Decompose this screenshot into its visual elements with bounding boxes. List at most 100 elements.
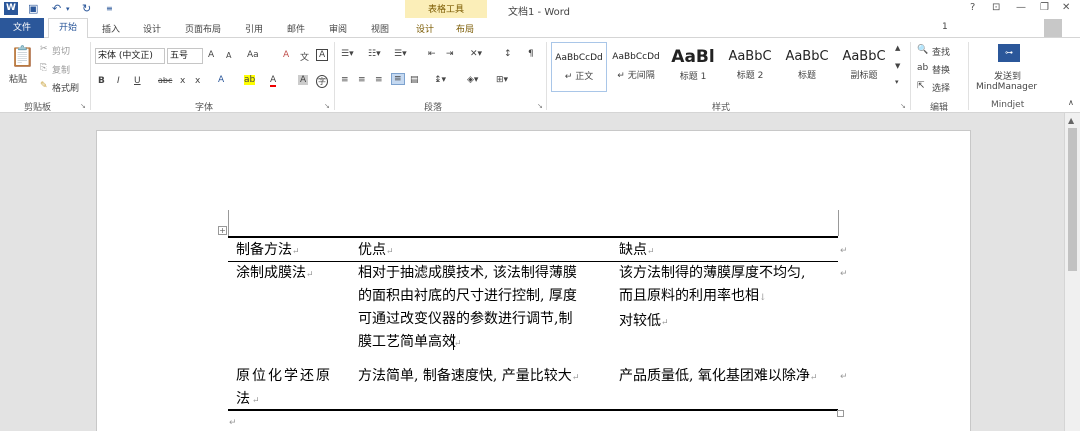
undo-icon[interactable]: ↶ xyxy=(52,2,61,16)
tab-table-layout[interactable]: 布局 xyxy=(456,22,474,35)
select-button[interactable]: 选择 xyxy=(932,81,950,94)
shading-icon[interactable]: ◈▾ xyxy=(467,75,478,85)
cell-advantages[interactable]: 相对于抽滤成膜技术, 该法制得薄膜 的面积由衬底的尺寸进行控制, 厚度 可通过改… xyxy=(358,262,577,356)
font-size-select[interactable]: 五号 xyxy=(167,48,203,64)
cell-disadvantages[interactable]: 该方法制得的薄膜厚度不均匀, 而且原料的利用率也相↓ 对较低↵ xyxy=(619,262,805,335)
grow-font-button[interactable]: A xyxy=(208,50,214,60)
tab-design[interactable]: 设计 xyxy=(143,22,161,35)
cell-advantages[interactable]: 方法简单, 制备速度快, 产量比较大↵ xyxy=(358,365,579,390)
user-name[interactable]: 1 xyxy=(942,22,948,32)
close-button[interactable]: ✕ xyxy=(1062,2,1070,13)
change-case-button[interactable]: Aa xyxy=(247,50,259,60)
tab-file[interactable]: 文件 xyxy=(0,18,44,38)
tab-mailings[interactable]: 邮件 xyxy=(287,22,305,35)
collapse-ribbon-icon[interactable]: ∧ xyxy=(1068,98,1074,107)
send-to-mindmanager-line2[interactable]: MindManager xyxy=(976,82,1037,92)
tab-home[interactable]: 开始 xyxy=(48,18,88,39)
char-border-button[interactable]: A xyxy=(316,49,329,61)
ribbon-display-button[interactable]: ⊡ xyxy=(992,2,1000,13)
restore-button[interactable]: ❐ xyxy=(1040,2,1049,13)
borders-icon[interactable]: ⊞▾ xyxy=(496,75,508,85)
tab-references[interactable]: 引用 xyxy=(245,22,263,35)
font-name-select[interactable]: 宋体 (中文正) xyxy=(95,48,165,64)
styles-scroll-up-icon[interactable]: ▲ xyxy=(895,44,900,52)
scroll-up-icon[interactable]: ▲ xyxy=(1068,116,1074,125)
align-center-icon[interactable]: ≡ xyxy=(358,75,366,85)
cut-icon[interactable]: ✂ xyxy=(40,44,48,54)
style-heading-2[interactable]: AaBbC 标题 2 xyxy=(722,42,778,92)
cell-disadvantages[interactable]: 产品质量低, 氧化基团难以除净↵ xyxy=(619,365,817,390)
table-move-handle[interactable]: + xyxy=(218,226,227,235)
scroll-thumb[interactable] xyxy=(1068,128,1077,271)
paste-button[interactable]: 粘贴 xyxy=(9,72,27,85)
format-painter-button[interactable]: 格式刷 xyxy=(52,81,79,94)
find-button[interactable]: 查找 xyxy=(932,45,950,58)
styles-scroll-down-icon[interactable]: ▼ xyxy=(895,62,900,70)
customize-qat-icon[interactable]: ≡ xyxy=(106,2,113,16)
show-marks-icon[interactable]: ¶ xyxy=(528,49,534,59)
header-cell-method[interactable]: 制备方法↵ xyxy=(236,239,300,264)
bold-button[interactable]: B xyxy=(98,76,105,86)
style-title[interactable]: AaBbC 标题 xyxy=(779,42,835,92)
line-spacing-icon[interactable]: ↨▾ xyxy=(434,75,446,85)
tab-insert[interactable]: 插入 xyxy=(102,22,120,35)
bullets-icon[interactable]: ☰▾ xyxy=(341,49,354,59)
tab-review[interactable]: 审阅 xyxy=(329,22,347,35)
clipboard-launcher-icon[interactable]: ↘ xyxy=(80,102,86,110)
save-icon[interactable]: ▣ xyxy=(28,2,38,16)
mindmanager-icon[interactable]: ⊶ xyxy=(998,44,1020,62)
sort-icon[interactable]: ↕ xyxy=(504,49,512,59)
copy-button[interactable]: 复制 xyxy=(52,63,70,76)
copy-icon[interactable]: ⎘ xyxy=(40,63,47,73)
avatar[interactable] xyxy=(1044,19,1062,37)
minimize-button[interactable]: — xyxy=(1016,2,1026,13)
shrink-font-button[interactable]: A xyxy=(226,51,231,60)
cell-method[interactable]: 原位化学还原 法↵ xyxy=(236,365,344,413)
styles-more-icon[interactable]: ▾ xyxy=(895,78,899,86)
justify-icon[interactable]: ≡ xyxy=(391,73,405,85)
cell-method[interactable]: 涂制成膜法↵ xyxy=(236,262,314,287)
header-cell-advantages[interactable]: 优点↵ xyxy=(358,239,394,264)
char-shading-button[interactable]: A xyxy=(298,75,309,85)
font-launcher-icon[interactable]: ↘ xyxy=(324,102,330,110)
cut-button[interactable]: 剪切 xyxy=(52,44,70,57)
text-effects-button[interactable]: A xyxy=(218,75,224,85)
style-normal[interactable]: AaBbCcDd ↵ 正文 xyxy=(551,42,607,92)
decrease-indent-icon[interactable]: ⇤ xyxy=(428,49,436,59)
multilevel-list-icon[interactable]: ☰▾ xyxy=(394,49,407,59)
increase-indent-icon[interactable]: ⇥ xyxy=(446,49,454,59)
send-to-mindmanager-line1[interactable]: 发送到 xyxy=(994,69,1021,82)
help-button[interactable]: ? xyxy=(970,2,975,13)
style-heading-1[interactable]: AaBl 标题 1 xyxy=(665,42,721,92)
select-icon[interactable]: ⇱ xyxy=(917,81,925,91)
enclose-char-button[interactable]: 字 xyxy=(316,75,328,88)
pinyin-button[interactable]: 文 xyxy=(300,50,309,63)
align-right-icon[interactable]: ≡ xyxy=(375,75,383,85)
font-color-button[interactable]: A xyxy=(270,75,277,87)
style-no-spacing[interactable]: AaBbCcDd ↵ 无间隔 xyxy=(608,42,664,92)
styles-launcher-icon[interactable]: ↘ xyxy=(900,102,906,110)
distributed-icon[interactable]: ▤ xyxy=(410,75,419,85)
strikethrough-button[interactable]: abc xyxy=(158,76,172,85)
clear-format-button[interactable]: A xyxy=(283,50,289,60)
format-painter-icon[interactable]: ✎ xyxy=(40,81,48,91)
superscript-button[interactable]: x xyxy=(195,76,200,86)
replace-button[interactable]: 替换 xyxy=(932,63,950,76)
header-cell-disadvantages[interactable]: 缺点↵ xyxy=(619,239,655,264)
numbering-icon[interactable]: ☷▾ xyxy=(368,49,381,59)
undo-dropdown-icon[interactable]: ▾ xyxy=(66,2,70,16)
align-left-icon[interactable]: ≡ xyxy=(341,75,349,85)
italic-button[interactable]: I xyxy=(117,76,120,86)
tab-page-layout[interactable]: 页面布局 xyxy=(185,22,221,35)
underline-button[interactable]: U xyxy=(134,76,141,86)
table-resize-handle[interactable] xyxy=(837,410,844,417)
find-icon[interactable]: 🔍 xyxy=(917,45,928,55)
paste-icon[interactable]: 📋 xyxy=(10,44,35,68)
tab-view[interactable]: 视图 xyxy=(371,22,389,35)
replace-icon[interactable]: ab xyxy=(917,63,928,73)
redo-icon[interactable]: ↻ xyxy=(82,2,91,16)
subscript-button[interactable]: x xyxy=(180,76,185,86)
tab-table-design[interactable]: 设计 xyxy=(416,22,434,35)
style-subtitle[interactable]: AaBbC 副标题 xyxy=(836,42,892,92)
chinese-layout-icon[interactable]: ✕▾ xyxy=(470,49,482,59)
